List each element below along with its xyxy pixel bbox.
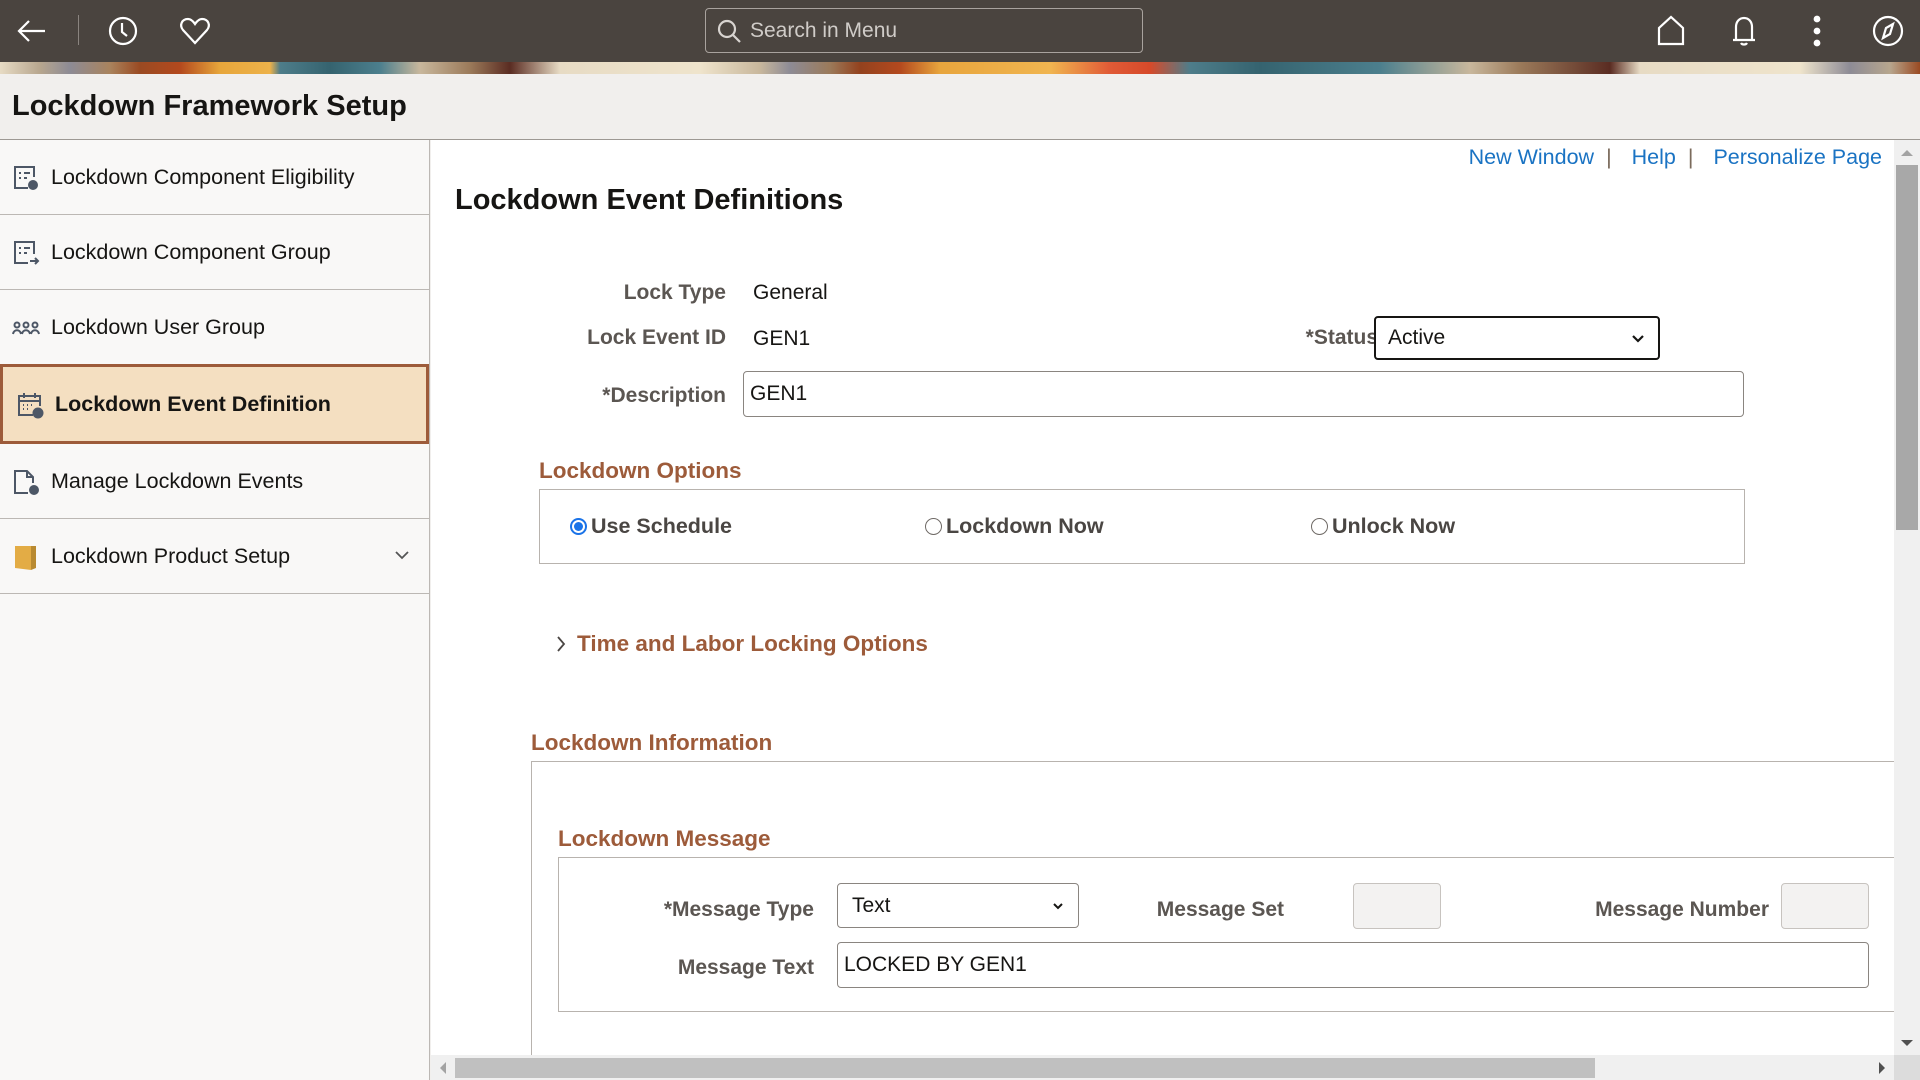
message-set-label: Message Set — [1156, 898, 1284, 921]
list-arrow-icon — [12, 239, 40, 267]
decorative-banner — [0, 62, 1920, 74]
sidebar-item-event-definition[interactable]: Lockdown Event Definition — [0, 364, 429, 444]
content-title: Lockdown Event Definitions — [455, 184, 844, 216]
status-select-value: Active — [1388, 326, 1446, 349]
link-separator: | — [1606, 145, 1612, 169]
scroll-left-arrow-icon[interactable] — [440, 1062, 446, 1074]
page-links: New Window | Help | Personalize Page — [1469, 145, 1882, 170]
sidebar-item-label: Lockdown User Group — [51, 314, 265, 339]
chevron-down-icon — [1632, 335, 1644, 343]
message-text-label: Message Text — [677, 956, 814, 979]
radio-label: Lockdown Now — [946, 514, 1104, 538]
sidebar-item-component-eligibility[interactable]: Lockdown Component Eligibility — [0, 140, 429, 215]
sidebar-item-label: Manage Lockdown Events — [51, 468, 304, 493]
sidebar-item-label: Lockdown Component Eligibility — [51, 164, 355, 189]
message-type-label: *Message Type — [663, 898, 814, 921]
notifications-bell-icon[interactable] — [1724, 11, 1764, 51]
folder-icon — [12, 543, 40, 571]
horizontal-scrollbar[interactable] — [431, 1055, 1894, 1080]
message-number-input[interactable] — [1781, 883, 1869, 929]
scroll-down-arrow-icon[interactable] — [1901, 1040, 1913, 1046]
list-settings-icon — [12, 164, 40, 192]
sidebar-item-manage-events[interactable]: Manage Lockdown Events — [0, 444, 429, 519]
time-labor-options-toggle[interactable]: Time and Labor Locking Options — [553, 631, 928, 657]
scroll-up-arrow-icon[interactable] — [1901, 150, 1913, 156]
radio-button[interactable] — [1311, 518, 1328, 535]
navigator-compass-icon[interactable] — [1868, 11, 1908, 51]
chevron-right-icon — [557, 636, 566, 652]
lockdown-information-group: Lockdown Message *Message Type Text Mess… — [531, 761, 1894, 1058]
actions-more-icon[interactable] — [1797, 11, 1837, 51]
lockdown-message-group: *Message Type Text Message Set Message N… — [558, 857, 1894, 1012]
help-link[interactable]: Help — [1632, 145, 1676, 170]
sidebar-item-label: Lockdown Event Definition — [55, 391, 331, 416]
use-schedule-radio[interactable]: Use Schedule — [570, 514, 732, 539]
lock-event-id-label: Lock Event ID — [587, 326, 726, 349]
sidebar-item-label: Lockdown Product Setup — [51, 543, 291, 568]
message-type-select-value: Text — [852, 893, 891, 917]
lockdown-message-title: Lockdown Message — [558, 826, 771, 851]
lockdown-information-title: Lockdown Information — [531, 730, 773, 755]
history-icon[interactable] — [103, 11, 143, 51]
calendar-clock-icon — [16, 391, 44, 419]
sidebar-navigation: Lockdown Component Eligibility Lockdown … — [0, 140, 430, 1080]
lockdown-now-radio[interactable]: Lockdown Now — [925, 514, 1104, 539]
sidebar-item-label: Lockdown Component Group — [51, 239, 331, 264]
radio-label: Use Schedule — [591, 514, 732, 538]
vertical-scrollbar[interactable] — [1894, 140, 1920, 1058]
document-clock-icon — [12, 468, 40, 496]
main-content: New Window | Help | Personalize Page Loc… — [431, 140, 1894, 1058]
sidebar-item-user-group[interactable]: Lockdown User Group — [0, 290, 429, 365]
scroll-right-arrow-icon[interactable] — [1879, 1062, 1885, 1074]
lock-type-value: General — [753, 281, 828, 304]
radio-label: Unlock Now — [1332, 514, 1456, 538]
description-input[interactable]: GEN1 — [743, 371, 1744, 417]
search-icon — [717, 19, 741, 43]
page-title: Lockdown Framework Setup — [12, 90, 407, 122]
search-input[interactable] — [750, 18, 1130, 43]
lockdown-options-group: Use Schedule Lockdown Now Unlock Now — [539, 489, 1745, 564]
vertical-scroll-thumb[interactable] — [1896, 165, 1918, 530]
sidebar-item-component-group[interactable]: Lockdown Component Group — [0, 215, 429, 290]
sidebar-item-product-setup[interactable]: Lockdown Product Setup — [0, 519, 429, 594]
home-icon[interactable] — [1651, 11, 1691, 51]
unlock-now-radio[interactable]: Unlock Now — [1311, 514, 1455, 539]
link-separator: | — [1687, 145, 1694, 169]
message-number-label: Message Number — [1595, 898, 1769, 921]
status-label: *Status — [1305, 326, 1378, 349]
back-arrow-icon[interactable] — [12, 11, 52, 51]
radio-button[interactable] — [570, 518, 587, 535]
chevron-down-icon[interactable] — [393, 546, 411, 564]
lockdown-options-title: Lockdown Options — [539, 458, 742, 483]
page-header: Lockdown Framework Setup — [0, 74, 1920, 140]
status-select[interactable]: Active — [1374, 316, 1660, 360]
users-group-icon — [12, 314, 40, 342]
favorites-heart-icon[interactable] — [175, 11, 215, 51]
toolbar-divider — [78, 15, 79, 45]
message-text-input[interactable]: LOCKED BY GEN1 — [837, 942, 1869, 988]
message-type-select[interactable]: Text — [837, 883, 1079, 928]
chevron-down-icon — [1053, 902, 1063, 909]
message-set-input[interactable] — [1353, 883, 1441, 929]
top-navigation-bar — [0, 0, 1920, 62]
radio-button[interactable] — [925, 518, 942, 535]
personalize-page-link[interactable]: Personalize Page — [1713, 145, 1882, 170]
description-label: *Description — [602, 384, 726, 407]
lock-event-id-value: GEN1 — [753, 327, 811, 350]
lock-type-label: Lock Type — [623, 281, 726, 304]
horizontal-scroll-thumb[interactable] — [455, 1058, 1595, 1078]
scrollbar-corner — [1894, 1055, 1920, 1080]
time-labor-options-label: Time and Labor Locking Options — [577, 631, 928, 656]
search-menu-box[interactable] — [705, 8, 1143, 53]
new-window-link[interactable]: New Window — [1469, 145, 1594, 170]
